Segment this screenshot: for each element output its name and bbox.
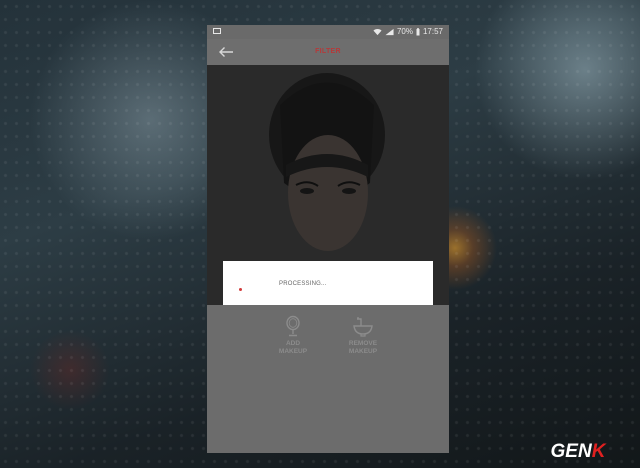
sink-icon [353,317,373,337]
tools-panel: ADD MAKEUP REMOVE MAKEUP [207,305,449,453]
processing-dialog: PROCESSING... [223,261,433,305]
status-bar: 70% 17:57 [207,25,449,39]
phone-screen: 70% 17:57 FILTER PROCESSING... ADD MAKEU… [207,25,449,453]
remove-makeup-label: REMOVE MAKEUP [348,340,378,355]
status-right-group: 70% 17:57 [373,25,443,39]
page-title: FILTER [315,48,341,55]
svg-text:GENK: GENK [551,441,607,462]
genk-logo: GENK [551,441,607,462]
remove-makeup-button[interactable]: REMOVE MAKEUP [338,315,388,356]
add-makeup-label: ADD MAKEUP [278,340,308,355]
add-makeup-button[interactable]: ADD MAKEUP [268,315,318,356]
photo-preview: PROCESSING... [207,65,449,305]
app-bar: FILTER [207,39,449,65]
status-clock: 17:57 [422,27,443,36]
mirror-icon [286,315,300,337]
progress-spinner [239,288,242,291]
processing-text: PROCESSING... [279,281,327,287]
battery-percentage: 70% [396,27,413,36]
battery-icon [416,28,420,36]
image-notification-icon [213,28,221,34]
signal-icon [385,28,394,36]
wifi-icon [373,29,382,36]
